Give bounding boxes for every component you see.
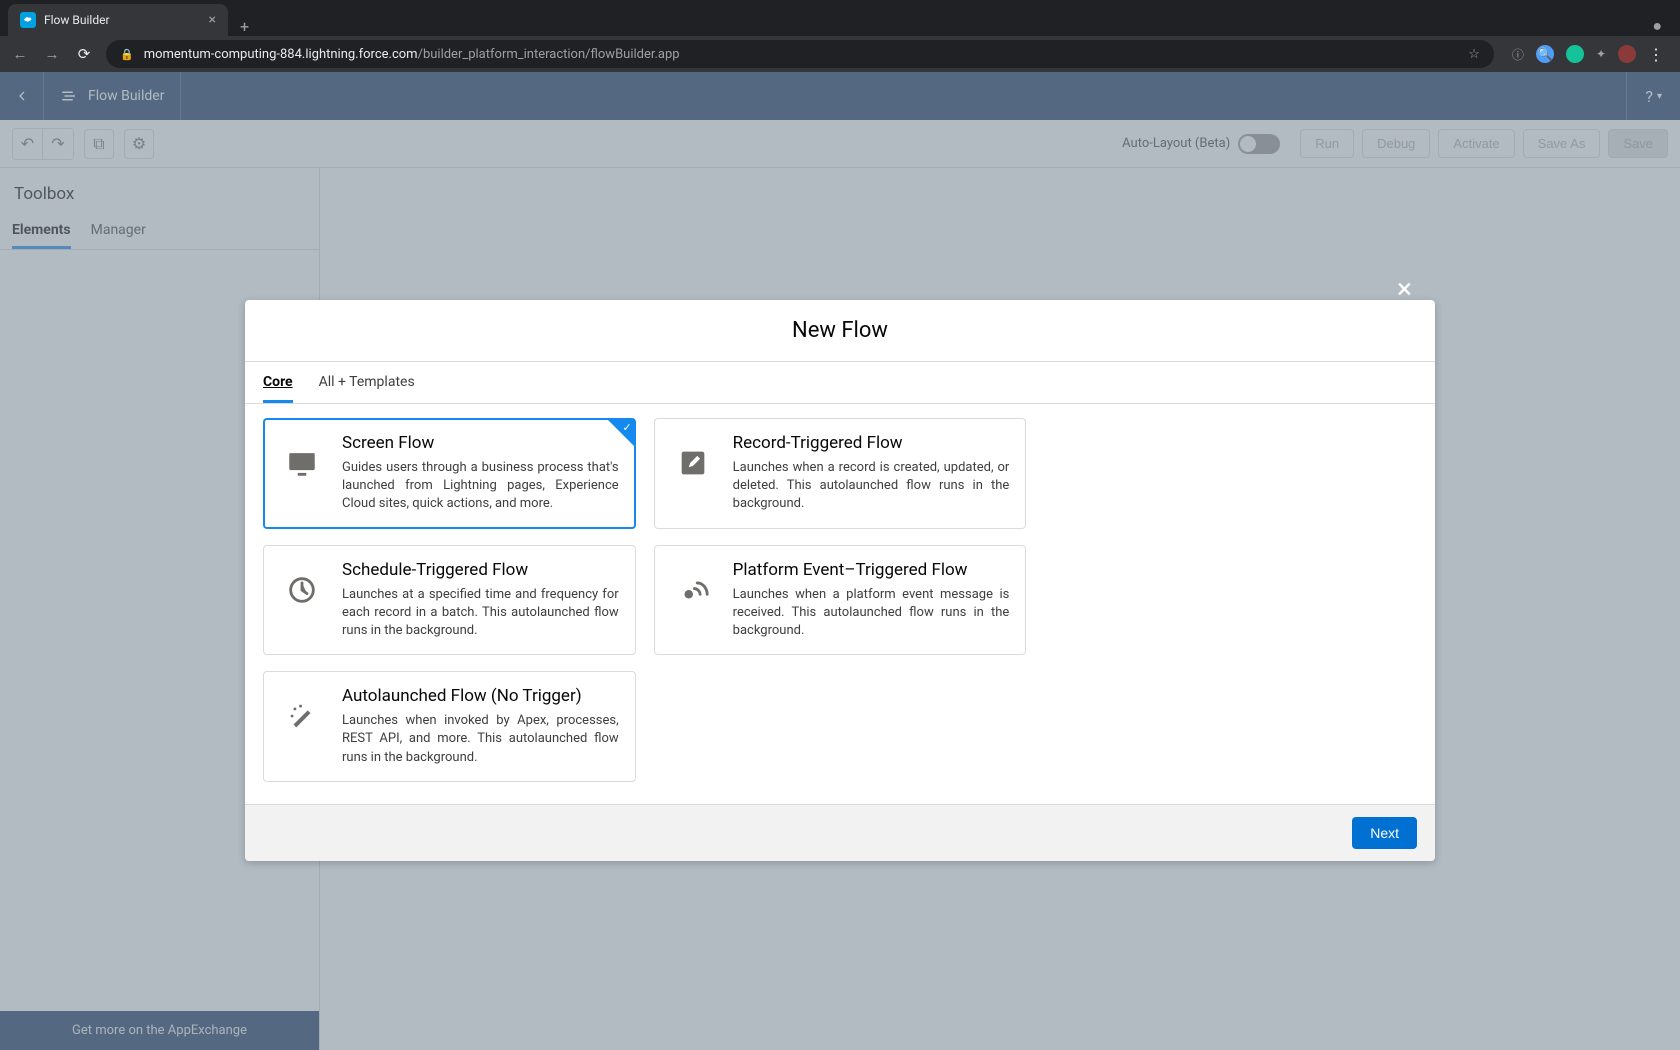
forward-icon[interactable]: → [42, 45, 62, 63]
salesforce-favicon [20, 12, 36, 28]
new-tab-button[interactable]: + [228, 17, 261, 36]
flow-card-desc: Launches at a specified time and frequen… [342, 586, 619, 641]
flow-type-grid: Screen Flow Guides users through a busin… [245, 404, 1435, 804]
extension-icon-2[interactable] [1566, 45, 1584, 63]
flow-card-screen-flow[interactable]: Screen Flow Guides users through a busin… [263, 418, 636, 529]
close-icon: × [1397, 272, 1412, 305]
flow-card-title: Screen Flow [342, 433, 619, 453]
screen-icon [278, 439, 326, 487]
flow-card-title: Record-Triggered Flow [733, 433, 1010, 453]
flow-card-platform-event[interactable]: Platform Event–Triggered Flow Launches w… [654, 545, 1027, 656]
magic-wand-icon [278, 692, 326, 740]
record-edit-icon [669, 439, 717, 487]
modal-tabs: Core All + Templates [245, 362, 1435, 404]
browser-menu-icon[interactable]: ⋮ [1648, 45, 1664, 64]
next-button[interactable]: Next [1352, 817, 1417, 849]
url-path: /builder_platform_interaction/flowBuilde… [418, 47, 680, 62]
browser-tab[interactable]: Flow Builder × [8, 4, 228, 36]
tab-title: Flow Builder [44, 13, 201, 27]
url-host: momentum-computing-884.lightning.force.c… [144, 47, 418, 62]
extensions-menu-icon[interactable]: ✦ [1596, 45, 1606, 63]
modal-title: New Flow [245, 300, 1435, 362]
modal-tab-core[interactable]: Core [263, 362, 293, 403]
flow-card-title: Autolaunched Flow (No Trigger) [342, 686, 619, 706]
flow-card-desc: Launches when a platform event message i… [733, 586, 1010, 641]
flow-card-schedule-triggered[interactable]: Schedule-Triggered Flow Launches at a sp… [263, 545, 636, 656]
flow-card-title: Platform Event–Triggered Flow [733, 560, 1010, 580]
tab-strip: Flow Builder × + ● [0, 0, 1680, 36]
flow-card-desc: Guides users through a business process … [342, 459, 619, 514]
bookmark-star-icon[interactable]: ☆ [1468, 47, 1480, 62]
profile-avatar[interactable] [1618, 45, 1636, 63]
minimize-indicator[interactable]: ● [1640, 16, 1680, 36]
address-bar: ← → ⟳ 🔒 momentum-computing-884.lightning… [0, 36, 1680, 72]
url-text: momentum-computing-884.lightning.force.c… [144, 47, 680, 62]
flow-card-title: Schedule-Triggered Flow [342, 560, 619, 580]
back-icon[interactable]: ← [10, 45, 30, 63]
flow-card-record-triggered[interactable]: Record-Triggered Flow Launches when a re… [654, 418, 1027, 529]
broadcast-icon [669, 566, 717, 614]
close-tab-icon[interactable]: × [209, 12, 216, 28]
flow-card-desc: Launches when invoked by Apex, processes… [342, 712, 619, 767]
site-info-icon[interactable]: ⓘ [1512, 45, 1524, 63]
extension-icons: ⓘ 🔍 ✦ ⋮ [1506, 45, 1670, 64]
modal-tab-all-templates[interactable]: All + Templates [319, 362, 415, 403]
reload-icon[interactable]: ⟳ [74, 45, 94, 63]
flow-card-desc: Launches when a record is created, updat… [733, 459, 1010, 514]
selected-check-icon [608, 420, 634, 446]
modal-close-button[interactable]: × [1397, 272, 1412, 305]
url-field[interactable]: 🔒 momentum-computing-884.lightning.force… [106, 40, 1494, 68]
lock-icon: 🔒 [120, 48, 134, 61]
flow-card-autolaunched[interactable]: Autolaunched Flow (No Trigger) Launches … [263, 671, 636, 782]
modal-footer: Next [245, 804, 1435, 861]
new-flow-modal: New Flow Core All + Templates Screen Flo… [245, 300, 1435, 861]
extension-icon-1[interactable]: 🔍 [1536, 45, 1554, 63]
clock-icon [278, 566, 326, 614]
